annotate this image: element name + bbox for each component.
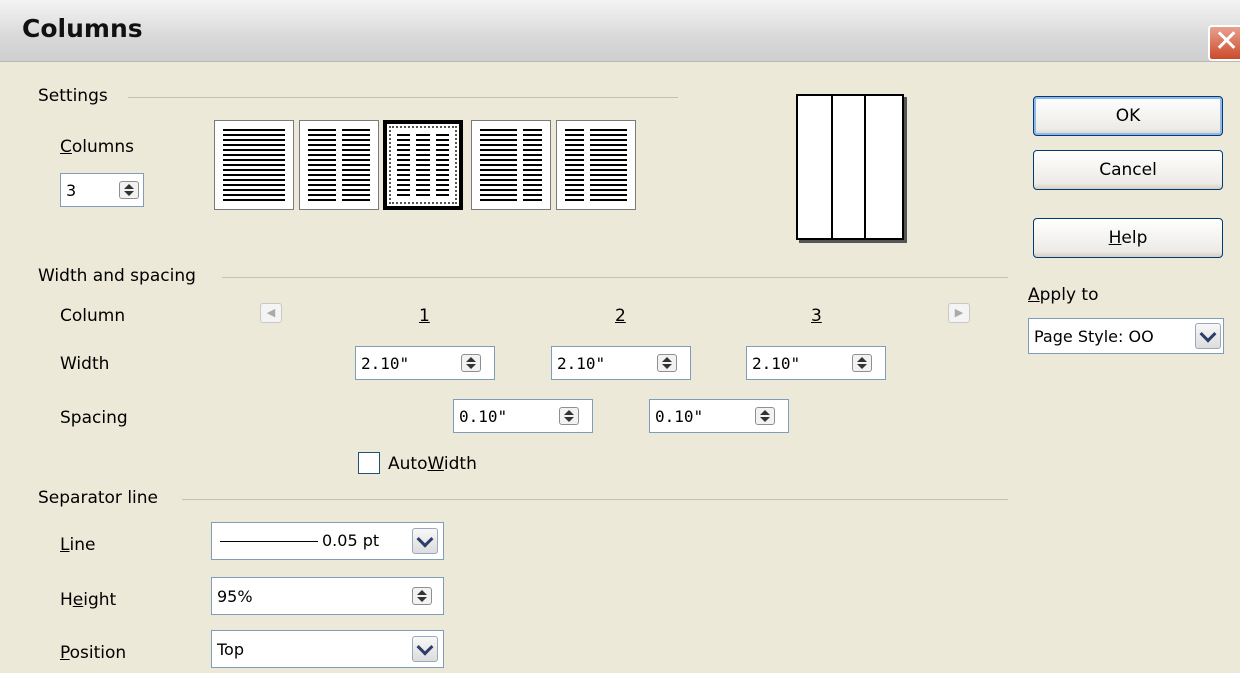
width-field-3[interactable]: 2.10" bbox=[746, 346, 886, 380]
width-value-2: 2.10" bbox=[557, 354, 606, 373]
position-select[interactable]: Top bbox=[211, 630, 444, 668]
arrow-left-icon[interactable]: ◀ bbox=[260, 303, 282, 323]
settings-group-label: Settings bbox=[38, 86, 108, 106]
autowidth-label[interactable]: AutoWidth bbox=[388, 454, 477, 474]
height-value: 95% bbox=[217, 587, 253, 606]
width-field-2[interactable]: 2.10" bbox=[551, 346, 691, 380]
line-sample bbox=[220, 541, 318, 542]
preset-three-columns[interactable] bbox=[383, 120, 463, 210]
apply-to-select[interactable]: Page Style: OO bbox=[1028, 318, 1224, 354]
window-title: Columns bbox=[22, 14, 143, 43]
column-number-2: 2 bbox=[615, 306, 626, 326]
column-number-1: 1 bbox=[419, 306, 430, 326]
preset-right-wide[interactable] bbox=[556, 120, 636, 210]
width-label: Width bbox=[60, 354, 110, 374]
autowidth-label-part: Auto bbox=[388, 454, 428, 474]
height-label: Height bbox=[60, 590, 116, 610]
autowidth-checkbox[interactable] bbox=[358, 452, 380, 474]
line-select[interactable]: 0.05 pt bbox=[211, 522, 444, 560]
separator-group-label: Separator line bbox=[38, 488, 159, 508]
line-value: 0.05 pt bbox=[322, 531, 380, 550]
arrow-right-icon[interactable]: ▶ bbox=[948, 303, 970, 323]
help-button[interactable]: Help bbox=[1033, 218, 1223, 258]
width-value-1: 2.10" bbox=[361, 354, 410, 373]
spin-icon[interactable] bbox=[755, 407, 775, 425]
height-field[interactable]: 95% bbox=[211, 577, 444, 615]
width-value-3: 2.10" bbox=[752, 354, 801, 373]
width-spacing-group-label: Width and spacing bbox=[38, 266, 196, 286]
preset-one-column[interactable] bbox=[214, 120, 294, 210]
spacing-field-1[interactable]: 0.10" bbox=[453, 399, 593, 433]
title-bar: Columns ✕ bbox=[0, 0, 1240, 62]
spin-icon[interactable] bbox=[657, 354, 677, 372]
close-icon: ✕ bbox=[1214, 24, 1240, 59]
preset-left-wide[interactable] bbox=[471, 120, 551, 210]
autowidth-label-part: idth bbox=[443, 454, 477, 474]
settings-divider bbox=[128, 97, 678, 98]
spacing-value-2: 0.10" bbox=[655, 407, 704, 426]
height-label-part: ight bbox=[83, 590, 117, 610]
spacing-value-1: 0.10" bbox=[459, 407, 508, 426]
height-label-part: H bbox=[60, 590, 73, 610]
columns-spinbox[interactable]: 3 bbox=[60, 173, 144, 207]
columns-label: Columns bbox=[60, 137, 134, 157]
column-number-3: 3 bbox=[811, 306, 822, 326]
chevron-down-icon[interactable] bbox=[412, 528, 438, 554]
chevron-down-icon[interactable] bbox=[412, 636, 438, 662]
spin-icon[interactable] bbox=[461, 354, 481, 372]
separator-divider bbox=[182, 499, 1008, 500]
chevron-down-icon[interactable] bbox=[1195, 323, 1221, 349]
width-field-1[interactable]: 2.10" bbox=[355, 346, 495, 380]
position-value: Top bbox=[217, 640, 244, 659]
apply-to-value: Page Style: OO bbox=[1034, 327, 1154, 346]
width-spacing-divider bbox=[222, 277, 1008, 278]
position-label: Position bbox=[60, 643, 127, 663]
preset-two-columns[interactable] bbox=[299, 120, 379, 210]
line-label: Line bbox=[60, 535, 96, 555]
spacing-field-2[interactable]: 0.10" bbox=[649, 399, 789, 433]
autowidth-label-key: W bbox=[427, 454, 444, 474]
cancel-button[interactable]: Cancel bbox=[1033, 150, 1223, 190]
column-label: Column bbox=[60, 306, 126, 326]
close-button[interactable]: ✕ bbox=[1208, 24, 1240, 61]
columns-value: 3 bbox=[66, 181, 77, 200]
height-label-key: e bbox=[72, 590, 84, 610]
spin-icon[interactable] bbox=[559, 407, 579, 425]
columns-preview bbox=[796, 94, 904, 240]
apply-to-label: Apply to bbox=[1028, 285, 1099, 305]
spin-icon[interactable] bbox=[412, 587, 432, 605]
ok-button[interactable]: OK bbox=[1033, 96, 1223, 136]
columns-spin-icon[interactable] bbox=[119, 181, 139, 199]
spacing-label: Spacing bbox=[60, 408, 128, 428]
spin-icon[interactable] bbox=[852, 354, 872, 372]
